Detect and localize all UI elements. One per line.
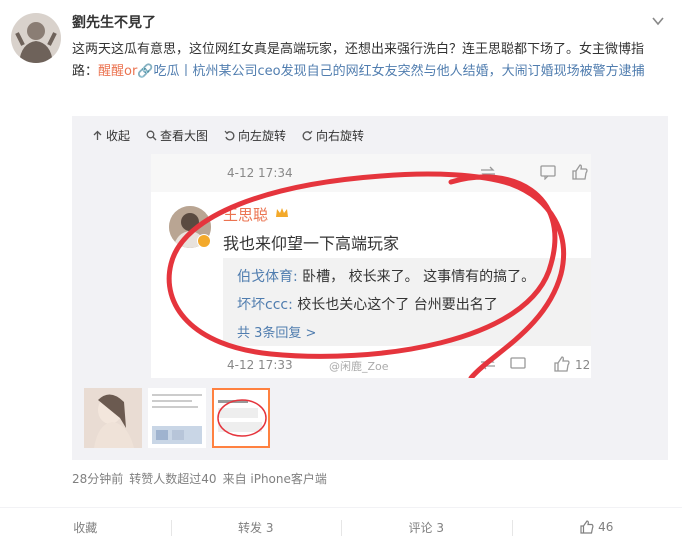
post-time[interactable]: 28分钟前 <box>72 470 123 487</box>
comment-label: 评论 3 <box>408 520 444 535</box>
arrow-up-icon <box>93 130 102 140</box>
like-count: 46 <box>598 520 614 534</box>
chevron-down-icon[interactable] <box>651 14 665 28</box>
thumbnail-2[interactable] <box>148 388 206 448</box>
username[interactable]: 劉先生不見了 <box>72 12 156 32</box>
rotate-left-button[interactable]: 向左旋转 <box>224 126 286 144</box>
weibo-post: 劉先生不見了 这两天这瓜有意思，这位网红女真是高端玩家，还想出来强行洗白？连王思… <box>0 0 682 546</box>
post-source: 来自 iPhone客户端 <box>222 472 327 486</box>
repost-label: 转发 3 <box>238 520 274 535</box>
comment-icon <box>510 357 526 369</box>
repost-info: 转赞人数超过40 <box>129 472 217 486</box>
screenshot-top-bar <box>151 154 591 192</box>
comment-text: 卧槽， 校长来了。 这事情有的搞了。 <box>297 269 536 285</box>
thumbnail-1[interactable] <box>84 388 142 448</box>
topic-link-prefix[interactable]: 🔗吃瓜丨 <box>137 64 192 79</box>
repost-button[interactable]: 转发 3 <box>170 508 342 546</box>
rotate-right-label: 向右旋转 <box>316 128 365 143</box>
media-toolbar: 收起 查看大图 向左旋转 向右旋转 <box>92 126 364 144</box>
thumbnail-3-selected[interactable] <box>212 388 270 448</box>
rotate-right-button[interactable]: 向右旋转 <box>302 126 364 144</box>
post-meta: 28分钟前 转赞人数超过40 来自 iPhone客户端 <box>72 470 327 487</box>
collapse-label: 收起 <box>106 128 131 143</box>
avatar-image <box>11 13 61 63</box>
screenshot-date-bottom: 4-12 17:33 <box>227 358 293 372</box>
screenshot-date-top: 4-12 17:34 <box>227 166 293 180</box>
more-replies-link: 共 3条回复 > <box>237 326 317 341</box>
comment-icon <box>540 165 556 180</box>
verified-badge-icon <box>197 234 211 248</box>
thumbs-up-icon <box>572 164 588 180</box>
comment-list: 伯戈体育: 卧槽， 校长来了。 这事情有的搞了。 坏坏ccc: 校长也关心这个了… <box>223 258 591 346</box>
post-content: 这两天这瓜有意思，这位网红女真是高端玩家，还想出来强行洗白？连王思聪都下场了。女… <box>72 39 662 83</box>
search-icon <box>146 130 157 140</box>
comment-item: 伯戈体育: 卧槽， 校长来了。 这事情有的搞了。 <box>237 266 535 286</box>
avatar[interactable] <box>11 13 61 63</box>
comment-item: 坏坏ccc: 校长也关心这个了 台州要出名了 <box>237 294 498 314</box>
watermark: @闲鹿_Zoe <box>329 360 389 373</box>
thumbnail-strip <box>84 388 270 448</box>
favorite-label: 收藏 <box>73 520 98 535</box>
embedded-screenshot[interactable]: 4-12 17:34 王思聪 我也来仰望一下高端玩家 伯戈体育: 卧槽， 校长来… <box>151 154 591 378</box>
action-bar: 收藏 转发 3 评论 3 46 <box>0 507 682 546</box>
like-count-embedded: 12 <box>575 358 591 372</box>
rotate-left-icon <box>224 130 235 140</box>
rotate-left-label: 向左旋转 <box>238 128 287 143</box>
comment-author: 坏坏ccc: <box>237 297 293 313</box>
comment-button[interactable]: 评论 3 <box>341 508 512 546</box>
thumbs-up-icon <box>580 520 594 534</box>
comment-author: 伯戈体育: <box>237 269 298 285</box>
rotate-right-icon <box>302 130 313 140</box>
crown-icon <box>276 208 288 217</box>
like-button[interactable]: 46 <box>511 508 682 546</box>
topic-link[interactable]: 杭州某公司ceo发现自己的网红女友突然与他人结婚，大闹订婚现场被警方逮捕 <box>193 64 645 79</box>
post-text-embedded: 我也来仰望一下高端玩家 <box>223 234 400 253</box>
view-large-label: 查看大图 <box>160 128 209 143</box>
view-large-button[interactable]: 查看大图 <box>146 126 208 144</box>
comment-text: 校长也关心这个了 台州要出名了 <box>292 297 498 313</box>
author-name: 王思聪 <box>223 206 269 224</box>
collapse-button[interactable]: 收起 <box>92 126 130 144</box>
media-viewer: 收起 查看大图 向左旋转 向右旋转 4-12 17:34 王思聪 我也来仰望一下… <box>72 116 668 460</box>
repost-icon <box>481 358 495 370</box>
thumbs-up-icon <box>554 356 570 372</box>
mention-link[interactable]: 醒醒or <box>98 64 137 79</box>
favorite-button[interactable]: 收藏 <box>0 508 171 546</box>
repost-icon <box>481 166 495 178</box>
